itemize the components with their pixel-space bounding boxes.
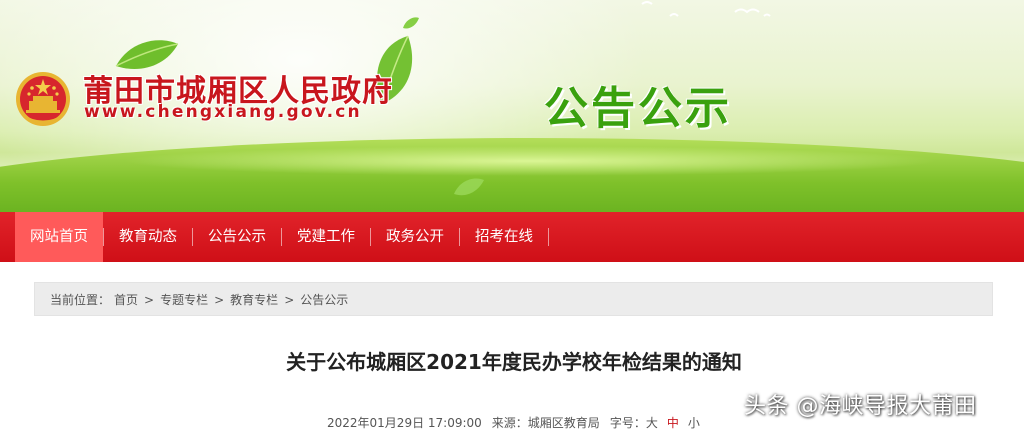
breadcrumb-link-education[interactable]: 教育专栏: [230, 283, 278, 317]
nav-item-education-news[interactable]: 教育动态: [104, 212, 192, 262]
header-banner: 莆田市城厢区人民政府 www.chengxiang.gov.cn 公告公示: [0, 0, 1024, 212]
grass-highlight: [120, 146, 940, 176]
breadcrumb-separator: >: [144, 293, 155, 307]
nav-item-government-affairs[interactable]: 政务公开: [371, 212, 459, 262]
breadcrumb-inner: 当前位置： 首页 > 专题专栏 > 教育专栏 > 公告公示: [50, 283, 348, 317]
font-size-label: 字号：: [609, 416, 646, 430]
nav-item-recruitment[interactable]: 招考在线: [460, 212, 548, 262]
article-source: 来源：城厢区教育局: [491, 416, 600, 430]
nav-item-announcements[interactable]: 公告公示: [193, 212, 281, 262]
font-size-small-button[interactable]: 小: [688, 414, 700, 432]
breadcrumb: 当前位置： 首页 > 专题专栏 > 教育专栏 > 公告公示: [34, 282, 993, 316]
font-size-medium-button[interactable]: 中: [667, 414, 679, 432]
article-meta: 2022年01月29日 17:09:00 来源：城厢区教育局 字号： 大 中 小: [327, 414, 709, 432]
breadcrumb-link-announcements[interactable]: 公告公示: [300, 283, 348, 317]
article-datetime: 2022年01月29日 17:09:00: [327, 416, 482, 430]
breadcrumb-separator: >: [214, 293, 225, 307]
nav-list: 网站首页 教育动态 公告公示 党建工作 政务公开 招考在线: [15, 212, 549, 262]
breadcrumb-link-special-topics[interactable]: 专题专栏: [160, 283, 208, 317]
national-emblem-icon: [16, 72, 70, 126]
birds-icon: [641, 1, 771, 17]
nav-item-party-building[interactable]: 党建工作: [282, 212, 370, 262]
breadcrumb-separator: >: [284, 293, 295, 307]
font-size-large-button[interactable]: 大: [646, 414, 658, 432]
article-title: 关于公布城厢区2021年度民办学校年检结果的通知: [286, 350, 742, 374]
breadcrumb-prefix: 当前位置：: [50, 293, 111, 307]
nav-separator: [548, 228, 549, 246]
site-url: www.chengxiang.gov.cn: [84, 102, 362, 122]
leaf-icon: [403, 17, 419, 29]
nav-item-home[interactable]: 网站首页: [15, 212, 103, 262]
leaf-icon: [454, 178, 484, 196]
main-nav: 网站首页 教育动态 公告公示 党建工作 政务公开 招考在线: [0, 212, 1024, 262]
breadcrumb-link-home[interactable]: 首页: [114, 283, 138, 317]
section-title: 公告公示: [544, 83, 732, 134]
watermark: 头条 @海峡导报大莆田: [744, 394, 977, 419]
